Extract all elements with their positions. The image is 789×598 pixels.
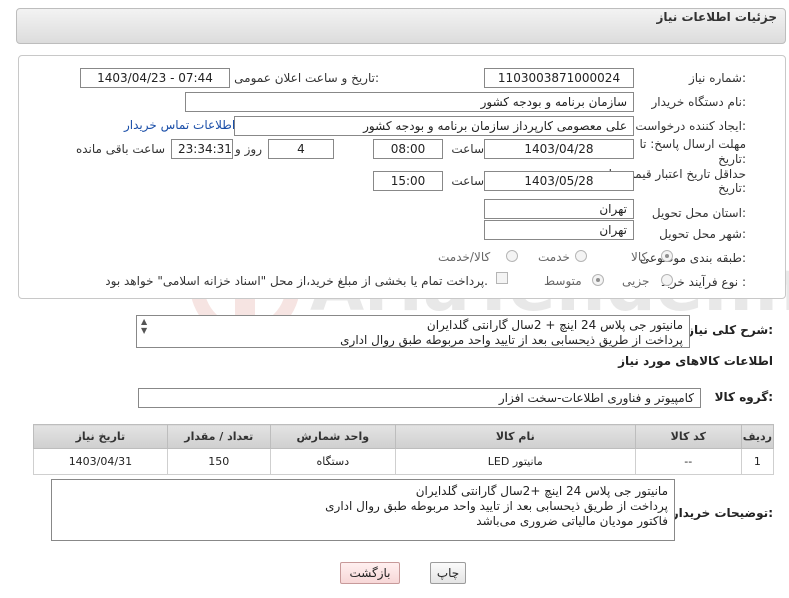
textarea-scroll-arrows-icon[interactable]: ▲ ▼	[141, 317, 147, 335]
description-textarea[interactable]: مانیتور جی پلاس 24 اینچ + 2سال گارانتی گ…	[136, 315, 690, 348]
cell-need-date: 1403/04/31	[33, 448, 168, 475]
buyer-notes-line-3: فاکتور مودیان مالیاتی ضروری می‌باشد	[476, 514, 668, 528]
process-radio-medium[interactable]	[592, 274, 604, 286]
buyer-notes-textarea[interactable]: مانیتور جی پلاس 24 اینچ +2سال گارانتی گل…	[51, 479, 675, 541]
goods-section-title: اطلاعات کالاهای مورد نیاز	[618, 354, 773, 368]
page-title: جزئیات اطلاعات نیاز	[656, 10, 777, 24]
col-goods-name: نام کالا	[394, 424, 636, 449]
need-number-field: 1103003871000024	[484, 68, 634, 88]
process-type-label: نوع فرآیند خرید :	[661, 275, 746, 289]
goods-group-label: گروه کالا:	[714, 390, 773, 404]
col-quantity: تعداد / مقدار	[166, 424, 271, 449]
col-need-date: تاریخ نیاز	[33, 424, 168, 449]
need-number-label: شماره نیاز:	[688, 71, 746, 85]
category-label: طبقه بندی موضوعی:	[639, 251, 746, 265]
deadline-time-field: 08:00	[373, 139, 443, 159]
col-unit: واحد شمارش	[269, 424, 396, 449]
days-remaining-field: 4	[268, 139, 334, 159]
back-button[interactable]: بازگشت	[340, 562, 400, 584]
buyer-notes-label: توضیحات خریدار:	[671, 506, 773, 520]
announce-datetime-field: 1403/04/23 - 07:44	[80, 68, 230, 88]
time-remaining-label: ساعت باقی مانده	[75, 142, 165, 156]
deadline-date-field: 1403/04/28	[484, 139, 634, 159]
delivery-city-field: تهران	[484, 220, 634, 240]
deadline-date-label: تاریخ:	[718, 152, 746, 166]
category-option-service: خدمت	[538, 250, 570, 264]
deadline-label: مهلت ارسال پاسخ: تا	[639, 137, 746, 151]
buyer-notes-line-1: مانیتور جی پلاس 24 اینچ +2سال گارانتی گل…	[415, 484, 668, 498]
time-remaining-field: 23:34:31	[171, 139, 233, 159]
category-option-goods-service: کالا/خدمت	[438, 250, 491, 264]
category-radio-goods[interactable]	[661, 250, 673, 262]
creator-label: ایجاد کننده درخواست:	[635, 119, 746, 133]
delivery-city-label: شهر محل تحویل:	[659, 227, 746, 241]
category-radio-service[interactable]	[575, 250, 587, 262]
category-option-goods: کالا	[631, 250, 648, 264]
deadline-time-label: ساعت	[451, 142, 484, 156]
cell-row-number: 1	[740, 448, 775, 475]
table-row: 1 -- مانیتور LED دستگاه 150 1403/04/31	[33, 448, 775, 475]
cell-goods-name: مانیتور LED	[394, 448, 636, 475]
treasury-payment-note: پرداخت تمام یا بخشی از مبلغ خرید،از محل …	[105, 274, 488, 288]
goods-table: ردیف کد کالا نام کالا واحد شمارش تعداد /…	[33, 424, 775, 475]
cell-unit: دستگاه	[269, 448, 396, 475]
cell-quantity: 150	[166, 448, 271, 475]
col-row-number: ردیف	[740, 424, 775, 449]
category-radio-goods-service[interactable]	[506, 250, 518, 262]
process-option-medium: متوسط	[544, 274, 582, 288]
price-validity-date-field: 1403/05/28	[484, 171, 634, 191]
buyer-org-field: سازمان برنامه و بودجه کشور	[185, 92, 634, 112]
buyer-contact-link[interactable]: اطلاعات تماس خریدار	[124, 118, 235, 132]
description-label: شرح کلی نیاز:	[687, 323, 773, 337]
description-line-2: پرداخت از طریق ذیحسابی بعد از تایید واحد…	[340, 333, 683, 347]
process-radio-minor[interactable]	[661, 274, 673, 286]
col-goods-code: کد کالا	[634, 424, 742, 449]
creator-field: علی معصومی کارپرداز سازمان برنامه و بودج…	[234, 116, 634, 136]
delivery-province-field: تهران	[484, 199, 634, 219]
price-validity-time-label: ساعت	[451, 174, 484, 188]
goods-table-header: ردیف کد کالا نام کالا واحد شمارش تعداد /…	[33, 424, 775, 449]
cell-goods-code: --	[634, 448, 742, 475]
buyer-org-label: نام دستگاه خریدار:	[651, 95, 747, 109]
description-line-1: مانیتور جی پلاس 24 اینچ + 2سال گارانتی گ…	[426, 318, 683, 332]
price-validity-time-field: 15:00	[373, 171, 443, 191]
buyer-notes-line-2: پرداخت از طریق ذیحسابی بعد از تایید واحد…	[325, 499, 668, 513]
price-validity-date-label: تاریخ:	[718, 181, 746, 195]
delivery-province-label: استان محل تحویل:	[651, 206, 746, 220]
days-label: روز و	[235, 142, 262, 156]
goods-group-field: کامپیوتر و فناوری اطلاعات-سخت افزار	[138, 388, 701, 408]
process-option-minor: جزیی	[622, 274, 650, 288]
treasury-payment-checkbox[interactable]	[496, 272, 508, 284]
print-button[interactable]: چاپ	[430, 562, 466, 584]
announce-datetime-label: تاریخ و ساعت اعلان عمومی:	[234, 71, 379, 85]
